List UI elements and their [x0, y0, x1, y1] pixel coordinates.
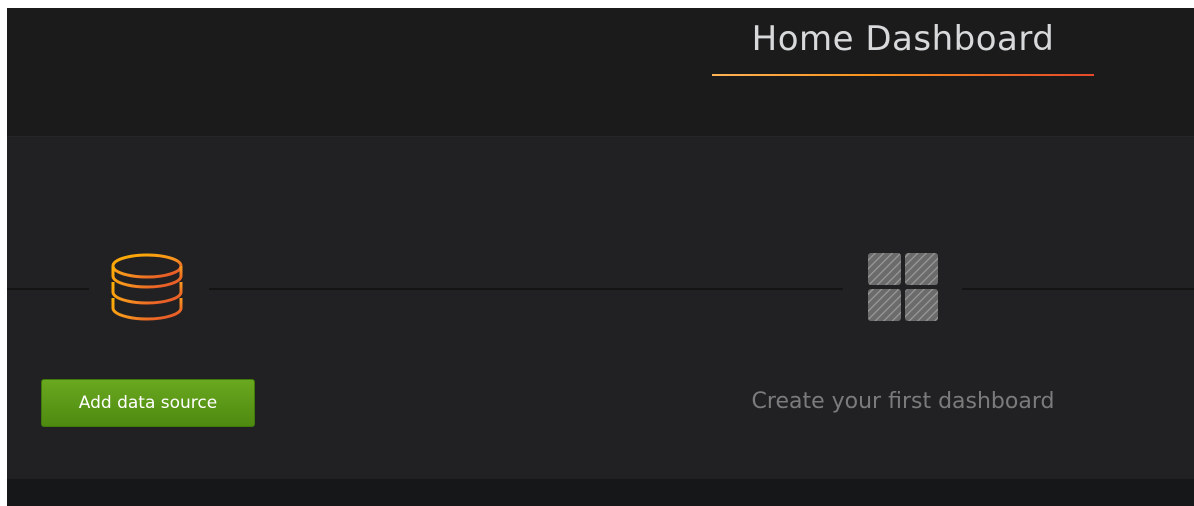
add-data-source-button[interactable]: Add data source: [41, 379, 255, 427]
bottom-strip: [7, 479, 1194, 506]
progress-line-right: [962, 288, 1194, 290]
getting-started-panel: Add data source Create your first dashbo…: [7, 136, 1194, 480]
progress-line-left: [7, 288, 89, 290]
app-frame: Home Dashboard Add data source Create yo…: [7, 8, 1194, 506]
progress-line-middle: [209, 288, 843, 290]
title-underline: [712, 74, 1094, 76]
database-icon: [111, 253, 183, 321]
dashboard-header: Home Dashboard: [7, 8, 1194, 136]
dashboard-grid-icon: [868, 253, 938, 321]
page-title: Home Dashboard: [751, 19, 1055, 59]
create-dashboard-link[interactable]: Create your first dashboard: [697, 387, 1109, 417]
